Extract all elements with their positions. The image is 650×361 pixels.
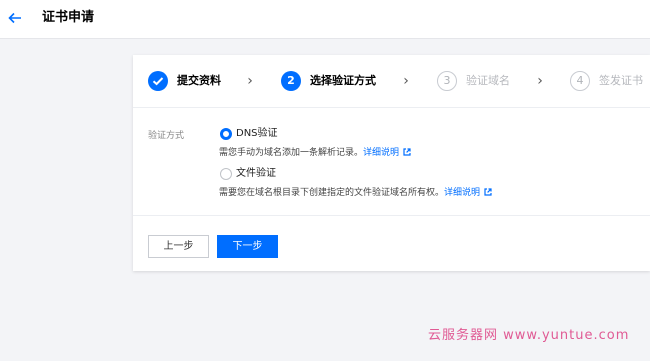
arrow-left-icon[interactable] xyxy=(6,8,24,28)
watermark: 云服务器网 www.yuntue.com xyxy=(428,328,630,343)
steps-bar: 提交资料 › 2 选择验证方式 › 3 验证域名 › 4 签发证书 xyxy=(133,55,650,108)
next-step-button[interactable]: 下一步 xyxy=(217,235,278,258)
detail-link[interactable]: 详细说明 xyxy=(444,188,480,198)
check-icon xyxy=(148,71,168,91)
step-label: 提交资料 xyxy=(177,74,221,87)
dns-description: 需您手动为域名添加一条解析记录。详细说明 xyxy=(219,147,411,160)
external-link-icon[interactable] xyxy=(403,148,411,156)
description-text: 需您手动为域名添加一条解析记录。 xyxy=(219,148,364,158)
prev-step-button[interactable]: 上一步 xyxy=(148,235,209,258)
chevron-right-icon: › xyxy=(537,73,543,89)
verify-method-label: 验证方式 xyxy=(148,131,185,141)
radio-label: 文件验证 xyxy=(236,168,276,179)
detail-link[interactable]: 详细说明 xyxy=(363,148,399,158)
top-bar: 证书申请 xyxy=(0,0,650,39)
description-text: 需要您在域名根目录下创建指定的文件验证域名所有权。 xyxy=(219,188,445,198)
radio-unchecked-icon[interactable] xyxy=(220,168,232,180)
step-label: 选择验证方式 xyxy=(310,74,376,87)
step-label: 签发证书 xyxy=(599,74,643,87)
page-title: 证书申请 xyxy=(42,10,95,25)
radio-label: DNS验证 xyxy=(236,128,278,139)
divider xyxy=(133,215,650,216)
step-label: 验证域名 xyxy=(466,74,510,87)
step-number: 2 xyxy=(281,71,301,91)
external-link-icon[interactable] xyxy=(484,188,492,196)
radio-checked-icon[interactable] xyxy=(220,128,232,140)
chevron-right-icon: › xyxy=(247,73,253,89)
step-number: 3 xyxy=(437,71,457,91)
chevron-right-icon: › xyxy=(403,73,409,89)
step-number: 4 xyxy=(570,71,590,91)
file-description: 需要您在域名根目录下创建指定的文件验证域名所有权。详细说明 xyxy=(219,187,492,200)
main-card: 提交资料 › 2 选择验证方式 › 3 验证域名 › 4 签发证书 验证方式 D… xyxy=(133,55,650,271)
